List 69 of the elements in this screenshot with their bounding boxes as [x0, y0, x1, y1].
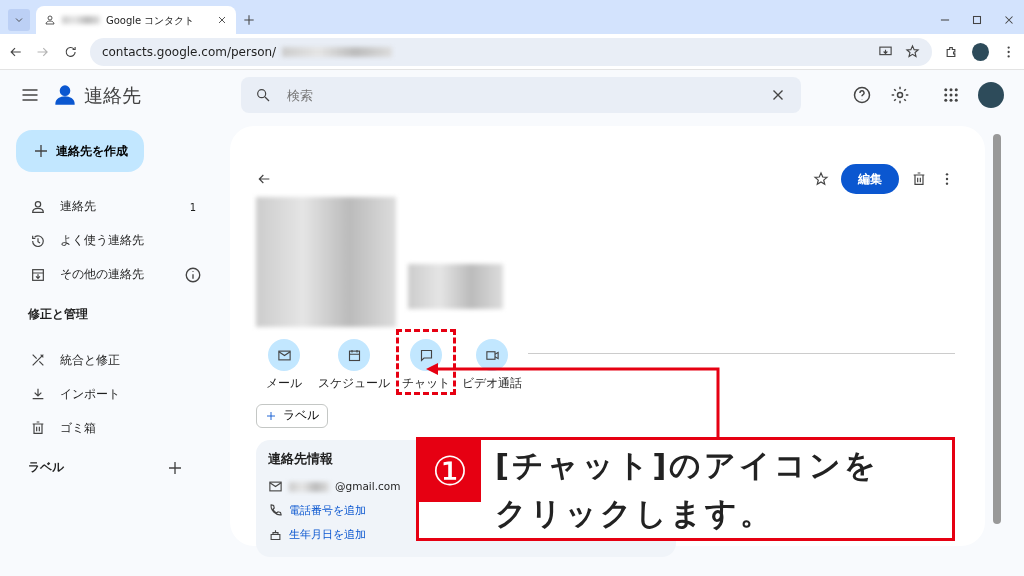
instruction-text: クリックします。 [494, 494, 775, 533]
favicon-icon [44, 14, 56, 26]
action-button[interactable] [410, 339, 442, 371]
add-label-button[interactable]: ラベル [256, 404, 328, 428]
scrollbar[interactable] [993, 134, 1001, 524]
sidebar-item[interactable]: よく使う連絡先 [16, 224, 214, 258]
section-title: ラベル [27, 459, 65, 477]
action-label: ビデオ通話 [462, 375, 522, 392]
sidebar-label: 統合と修正 [60, 351, 120, 369]
action-button[interactable] [268, 339, 300, 371]
maximize-icon[interactable] [970, 13, 984, 27]
blurred-email [289, 481, 329, 492]
blurred-name [62, 16, 100, 24]
archive-icon [30, 267, 46, 283]
sidebar-item[interactable]: その他の連絡先 [16, 258, 214, 292]
sidebar-item[interactable]: 統合と修正 [16, 343, 214, 378]
plus-icon [32, 142, 50, 160]
sidebar-item[interactable]: 連絡先 1 [16, 190, 214, 224]
sidebar-label: よく使う連絡先 [60, 232, 144, 250]
star-icon[interactable] [905, 44, 921, 59]
chat-bubble-icon [418, 347, 434, 363]
search-field[interactable]: 検索 [241, 77, 801, 113]
sidebar-label: その他の連絡先 [60, 266, 144, 284]
mail-icon [268, 479, 283, 495]
action-button[interactable] [338, 339, 370, 371]
cake-icon [268, 527, 283, 543]
email-text: @gmail.com [335, 478, 401, 494]
contact-count: 1 [189, 200, 196, 215]
sidebar-item[interactable]: インポート [16, 377, 214, 412]
trash-icon [30, 420, 46, 437]
action-button[interactable] [476, 339, 508, 371]
search-icon [255, 87, 271, 103]
plus-icon [265, 410, 277, 422]
action-label: チャット [402, 375, 450, 392]
close-icon[interactable] [216, 14, 228, 26]
address-bar[interactable]: contacts.google.com/person/ [89, 37, 933, 66]
instruction-text: [チャット]のアイコンを [494, 446, 880, 485]
info-icon[interactable] [184, 266, 202, 284]
section-title: 修正と管理 [27, 306, 89, 323]
card-title: 連絡先情報 [268, 450, 333, 468]
tab-title: Google コンタクト [106, 13, 195, 28]
edit-button[interactable]: 編集 [841, 164, 899, 194]
new-tab-icon[interactable] [242, 13, 256, 27]
delete-icon[interactable] [911, 171, 927, 187]
help-icon[interactable] [852, 85, 872, 105]
history-icon [30, 233, 46, 249]
star-icon[interactable] [813, 171, 829, 187]
action-label: メール [266, 375, 302, 392]
contacts-logo-icon [52, 82, 78, 108]
phone-icon [268, 503, 283, 519]
sidebar-label: インポート [60, 385, 120, 403]
sidebar-label: ゴミ箱 [60, 419, 96, 437]
create-contact-button[interactable]: 連絡先を作成 [16, 130, 144, 172]
sidebar-label: 連絡先 [60, 198, 96, 216]
apps-icon[interactable] [942, 86, 960, 104]
step-number: ① [419, 440, 481, 502]
app-title: 連絡先 [84, 82, 141, 108]
avatar-icon[interactable] [978, 82, 1004, 108]
calendar-icon [346, 347, 362, 363]
url-text: contacts.google.com/person/ [101, 43, 277, 61]
person-icon [30, 199, 46, 215]
add-link[interactable]: 生年月日を追加 [289, 526, 366, 543]
settings-icon[interactable] [890, 85, 910, 105]
browser-tab[interactable]: Google コンタクト [36, 6, 236, 34]
mail-icon [276, 347, 292, 363]
sidebar-item[interactable]: ゴミ箱 [16, 411, 214, 446]
add-link[interactable]: 電話番号を追加 [289, 502, 366, 519]
avatar-icon[interactable] [971, 42, 989, 61]
action-label: スケジュール [318, 375, 390, 392]
